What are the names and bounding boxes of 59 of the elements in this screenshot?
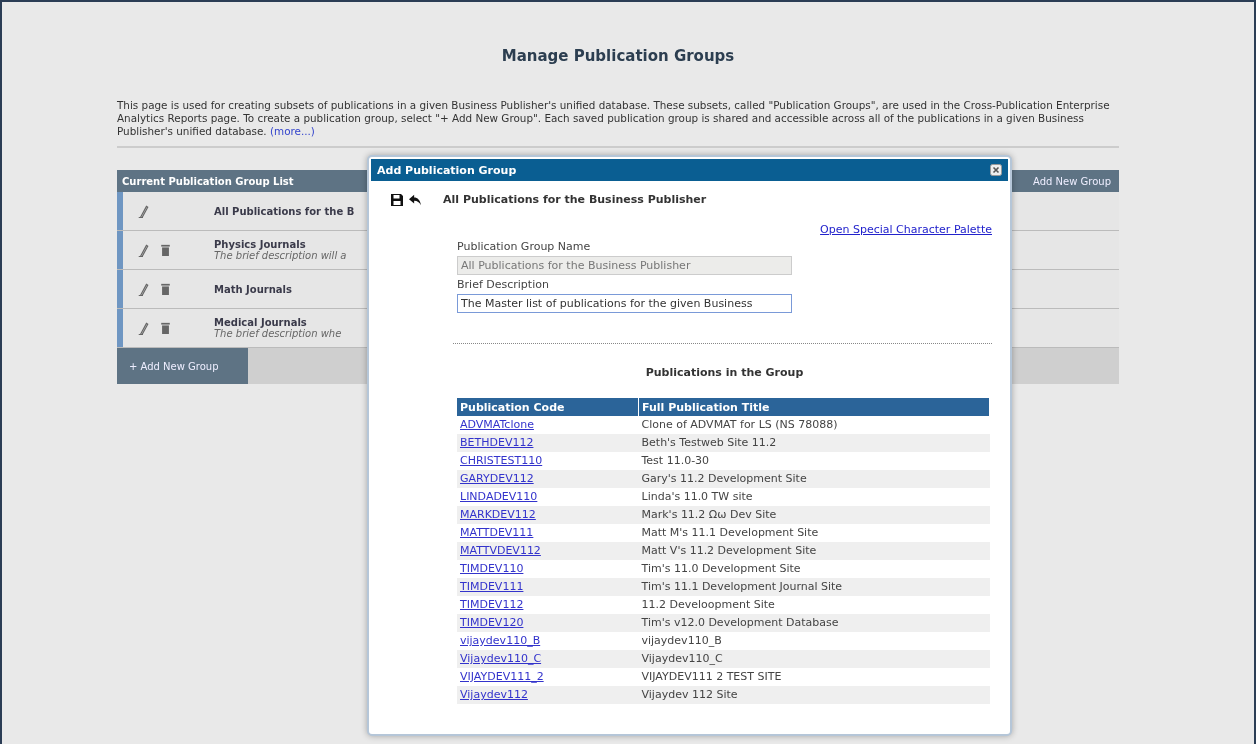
publication-code-link[interactable]: MATTDEV111: [460, 526, 534, 539]
page-title: Manage Publication Groups: [500, 47, 736, 65]
field-label: Brief Description: [457, 278, 550, 291]
section-title: Publications in the Group: [644, 366, 805, 379]
group-name: Medical Journals: [214, 317, 308, 328]
group-name: Physics Journals: [214, 239, 306, 250]
publication-code-link[interactable]: ADVMATclone: [460, 418, 534, 431]
pencil-icon[interactable]: [137, 281, 149, 297]
table-cell: Beth's Testweb Site 11.2: [638, 434, 990, 452]
publication-code-link[interactable]: CHRISTEST110: [460, 454, 543, 467]
table-cell: Linda's 11.0 TW site: [638, 488, 990, 506]
intro-paragraph: This page is used for creating subsets of publications in a given Business Publisher's unified database. These subsets, called "Publication Groups", are used in the Cross-Publication Enterprise Analytics Reports page. To create a publication group, select "+ Add New Group". Each saved publication group is shared and accessible across all of the publications in a given Business Publisher's unified database. (more...): [117, 99, 1111, 138]
pencil-icon[interactable]: [137, 203, 149, 219]
list-header-title: Current Publication Group List: [121, 175, 294, 187]
table-cell: Mark's 11.2 Ωω Dev Site: [638, 506, 990, 524]
table-cell: Tim's v12.0 Development Database: [638, 614, 990, 632]
publication-code-link[interactable]: LINDADEV110: [460, 490, 538, 503]
trash-icon[interactable]: [161, 283, 170, 295]
special-character-palette-link[interactable]: Open Special Character Palette: [820, 223, 992, 236]
close-icon[interactable]: [990, 164, 1002, 176]
table-cell: Test 11.0-30: [638, 452, 990, 470]
group-name: All Publications for the B: [214, 205, 355, 217]
table-cell: vijaydev110_B: [638, 632, 990, 650]
table-cell: Matt V's 11.2 Development Site: [638, 542, 990, 560]
table-cell: Tim's 11.1 Development Journal Site: [638, 578, 990, 596]
add-new-group-button[interactable]: + Add New Group: [117, 348, 248, 384]
table-cell: Gary's 11.2 Development Site: [638, 470, 990, 488]
table-cell: VIJAYDEV111 2 TEST SITE: [638, 668, 990, 686]
table-cell: Tim's 11.0 Development Site: [638, 560, 990, 578]
publication-code-link[interactable]: TIMDEV110: [460, 562, 524, 575]
pencil-icon[interactable]: [137, 320, 149, 336]
drag-handle-icon[interactable]: [117, 309, 123, 347]
table-cell: 11.2 Develoopment Site: [638, 596, 990, 614]
trash-icon[interactable]: [161, 322, 170, 334]
field-label: Publication Group Name: [457, 240, 592, 253]
publication-code-link[interactable]: vijaydev110_B: [460, 634, 541, 647]
drag-handle-icon[interactable]: [117, 270, 123, 308]
pencil-icon[interactable]: [137, 242, 149, 258]
dialog-title: Add Publication Group: [377, 163, 517, 177]
table-cell: Vijaydev110_C: [638, 650, 990, 668]
trash-icon[interactable]: [161, 244, 170, 256]
group-description: The brief description whe: [214, 328, 342, 339]
publication-code-link[interactable]: VIJAYDEV111_2: [460, 670, 544, 683]
column-header: Publication Code: [457, 398, 639, 416]
column-header: Full Publication Title: [638, 398, 990, 416]
group-name: Math Journals: [214, 283, 292, 295]
group-description: The brief description will a: [214, 250, 347, 261]
table-cell: Clone of ADVMAT for LS (NS 78088): [638, 416, 990, 434]
drag-handle-icon[interactable]: [117, 192, 123, 230]
description-field[interactable]: The Master list of publications for the given Business: [457, 294, 792, 313]
save-icon[interactable]: [391, 193, 403, 206]
more-link[interactable]: (more...): [269, 125, 315, 137]
undo-arrow-icon[interactable]: [409, 193, 421, 206]
publication-code-link[interactable]: TIMDEV112: [460, 598, 524, 611]
add-group-button[interactable]: Add New Group: [1025, 170, 1119, 192]
table-cell: Matt M's 11.1 Development Site: [638, 524, 990, 542]
drag-handle-icon[interactable]: [117, 231, 123, 269]
table-cell: Vijaydev 112 Site: [638, 686, 990, 704]
dialog-heading: All Publications for the Business Publisher: [443, 193, 707, 206]
